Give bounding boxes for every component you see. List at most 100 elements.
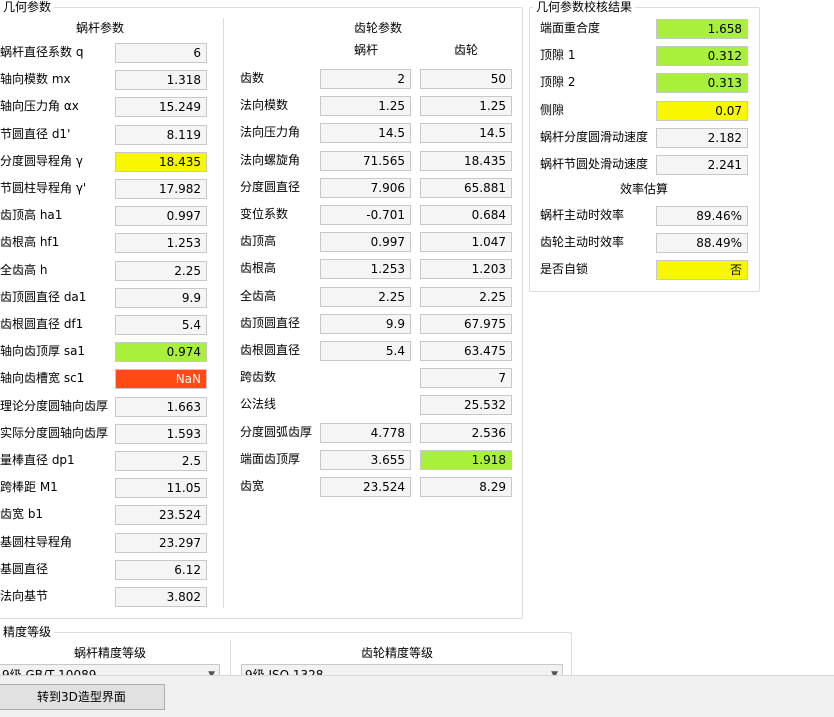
worm-param-label: 跨棒距 M1	[0, 480, 58, 495]
worm-param-value: 8.119	[115, 124, 207, 145]
check-value: 0.07	[656, 100, 748, 121]
worm-param-value: 3.802	[115, 587, 207, 607]
gear-param-worm-value: 23.524	[320, 477, 411, 497]
worm-param-label: 齿根圆直径 df1	[0, 317, 84, 331]
efficiency-value: 89.46%	[656, 206, 748, 226]
gear-param-gear-value: 8.29	[420, 477, 512, 497]
gear-param-gear-value: 50	[420, 69, 512, 89]
worm-param-value: 2.5	[115, 451, 207, 471]
gear-col-worm-header: 蜗杆	[353, 43, 378, 57]
gear-param-label: 端面齿顶厚	[240, 451, 301, 466]
gear-col-gear-header: 齿轮	[453, 43, 478, 57]
worm-param-value: 17.982	[115, 179, 207, 199]
worm-param-value: 18.435	[115, 151, 207, 172]
worm-param-label: 齿根高 hf1	[0, 235, 60, 250]
gear-param-worm-value: 1.25	[320, 96, 411, 117]
gear-param-worm-value: 2	[320, 69, 411, 89]
gear-param-label: 法向压力角	[240, 125, 301, 140]
gear-param-worm-value: 3.655	[320, 449, 411, 470]
gear-param-worm-value: 2.25	[320, 286, 411, 307]
check-label: 蜗杆节圆处滑动速度	[540, 157, 649, 171]
check-value: 1.658	[656, 19, 748, 39]
gear-param-gear-value: 1.047	[420, 232, 512, 253]
gear-param-gear-value: 14.5	[420, 123, 512, 144]
check-label: 蜗杆分度圆滑动速度	[540, 129, 649, 144]
worm-param-label: 分度圆导程角 γ	[0, 153, 83, 168]
precision-group-title: 精度等级	[0, 625, 55, 639]
worm-param-value: 0.997	[115, 206, 207, 227]
worm-param-value: 0.974	[115, 342, 207, 363]
efficiency-label: 是否自锁	[540, 262, 589, 276]
gear-param-worm-value: 9.9	[320, 313, 411, 334]
worm-param-label: 轴向模数 mx	[0, 72, 71, 87]
gear-param-worm-value: -0.701	[320, 205, 411, 225]
worm-param-value: 23.524	[115, 505, 207, 526]
worm-params-header: 蜗杆参数	[75, 21, 124, 35]
geometry-group-title: 几何参数	[0, 0, 55, 14]
worm-param-label: 量棒直径 dp1	[0, 453, 75, 467]
worm-param-label: 齿顶高 ha1	[0, 208, 63, 223]
check-value: 0.313	[656, 73, 748, 94]
gear-param-label: 齿根圆直径	[240, 343, 301, 357]
worm-param-value: 1.663	[115, 396, 207, 417]
gear-param-worm-value: 7.906	[320, 177, 411, 198]
efficiency-label: 齿轮主动时效率	[540, 235, 625, 249]
worm-precision-header: 蜗杆精度等级	[73, 646, 146, 660]
efficiency-value: 否	[656, 260, 748, 280]
worm-param-value: 1.593	[115, 423, 207, 444]
check-label: 端面重合度	[540, 21, 601, 35]
worm-param-value: 23.297	[115, 532, 207, 553]
worm-param-label: 基圆柱导程角	[0, 534, 73, 549]
check-label: 侧隙	[540, 102, 565, 117]
gear-param-gear-value: 2.25	[420, 286, 512, 307]
worm-param-value: 11.05	[115, 478, 207, 499]
worm-param-value: 2.25	[115, 260, 207, 281]
gear-param-worm-value: 5.4	[320, 341, 411, 361]
check-label: 顶隙 2	[540, 75, 576, 90]
worm-param-value: 1.253	[115, 233, 207, 254]
goto-3d-button[interactable]: 转到3D造型界面	[0, 684, 165, 710]
gear-param-label: 分度圆直径	[240, 179, 301, 194]
worm-param-label: 轴向齿槽宽 sc1	[0, 371, 85, 386]
gear-param-label: 齿顶高	[240, 234, 277, 249]
gear-param-worm-value: 4.778	[320, 422, 411, 443]
worm-param-label: 齿顶圆直径 da1	[0, 289, 87, 304]
worm-param-label: 实际分度圆轴向齿厚	[0, 425, 109, 440]
gear-param-worm-value: 0.997	[320, 232, 411, 253]
worm-param-label: 轴向压力角 αx	[0, 99, 79, 114]
gear-param-label: 齿宽	[240, 479, 265, 493]
gear-param-label: 齿根高	[240, 261, 277, 276]
precision-divider	[230, 640, 231, 680]
gear-param-label: 全齿高	[240, 288, 277, 303]
worm-param-label: 轴向齿顶厚 sa1	[0, 344, 86, 359]
worm-param-value: 9.9	[115, 287, 207, 308]
gear-param-gear-value: 65.881	[420, 177, 512, 198]
worm-param-label: 蜗杆直径系数 q	[0, 45, 84, 59]
gear-param-label: 法向模数	[240, 98, 289, 113]
geometry-divider	[223, 18, 224, 608]
gear-param-gear-value: 25.532	[420, 395, 512, 416]
efficiency-value: 88.49%	[656, 233, 748, 253]
check-value: 0.312	[656, 46, 748, 67]
gear-param-worm-value: 1.253	[320, 259, 411, 280]
gear-param-gear-value: 0.684	[420, 205, 512, 225]
worm-param-label: 节圆柱导程角 γ'	[0, 181, 87, 195]
gear-param-gear-value: 7	[420, 368, 512, 389]
worm-param-label: 法向基节	[0, 589, 49, 603]
gear-param-worm-value: 14.5	[320, 123, 411, 144]
check-value: 2.182	[656, 127, 748, 148]
gear-param-gear-value: 1.203	[420, 259, 512, 280]
check-label: 顶隙 1	[540, 48, 576, 63]
worm-param-value: NaN	[115, 369, 207, 390]
gear-param-label: 跨齿数	[240, 370, 277, 385]
worm-param-value: 15.249	[115, 97, 207, 118]
gear-param-gear-value: 1.918	[420, 449, 512, 470]
worm-param-value: 6.12	[115, 559, 207, 580]
gear-param-label: 分度圆弧齿厚	[240, 424, 313, 439]
gear-param-gear-value: 67.975	[420, 313, 512, 334]
efficiency-label: 蜗杆主动时效率	[540, 208, 625, 222]
worm-param-value: 1.318	[115, 70, 207, 91]
gear-param-label: 公法线	[240, 397, 277, 412]
gear-param-gear-value: 63.475	[420, 341, 512, 361]
worm-param-label: 节圆直径 d1'	[0, 126, 71, 141]
